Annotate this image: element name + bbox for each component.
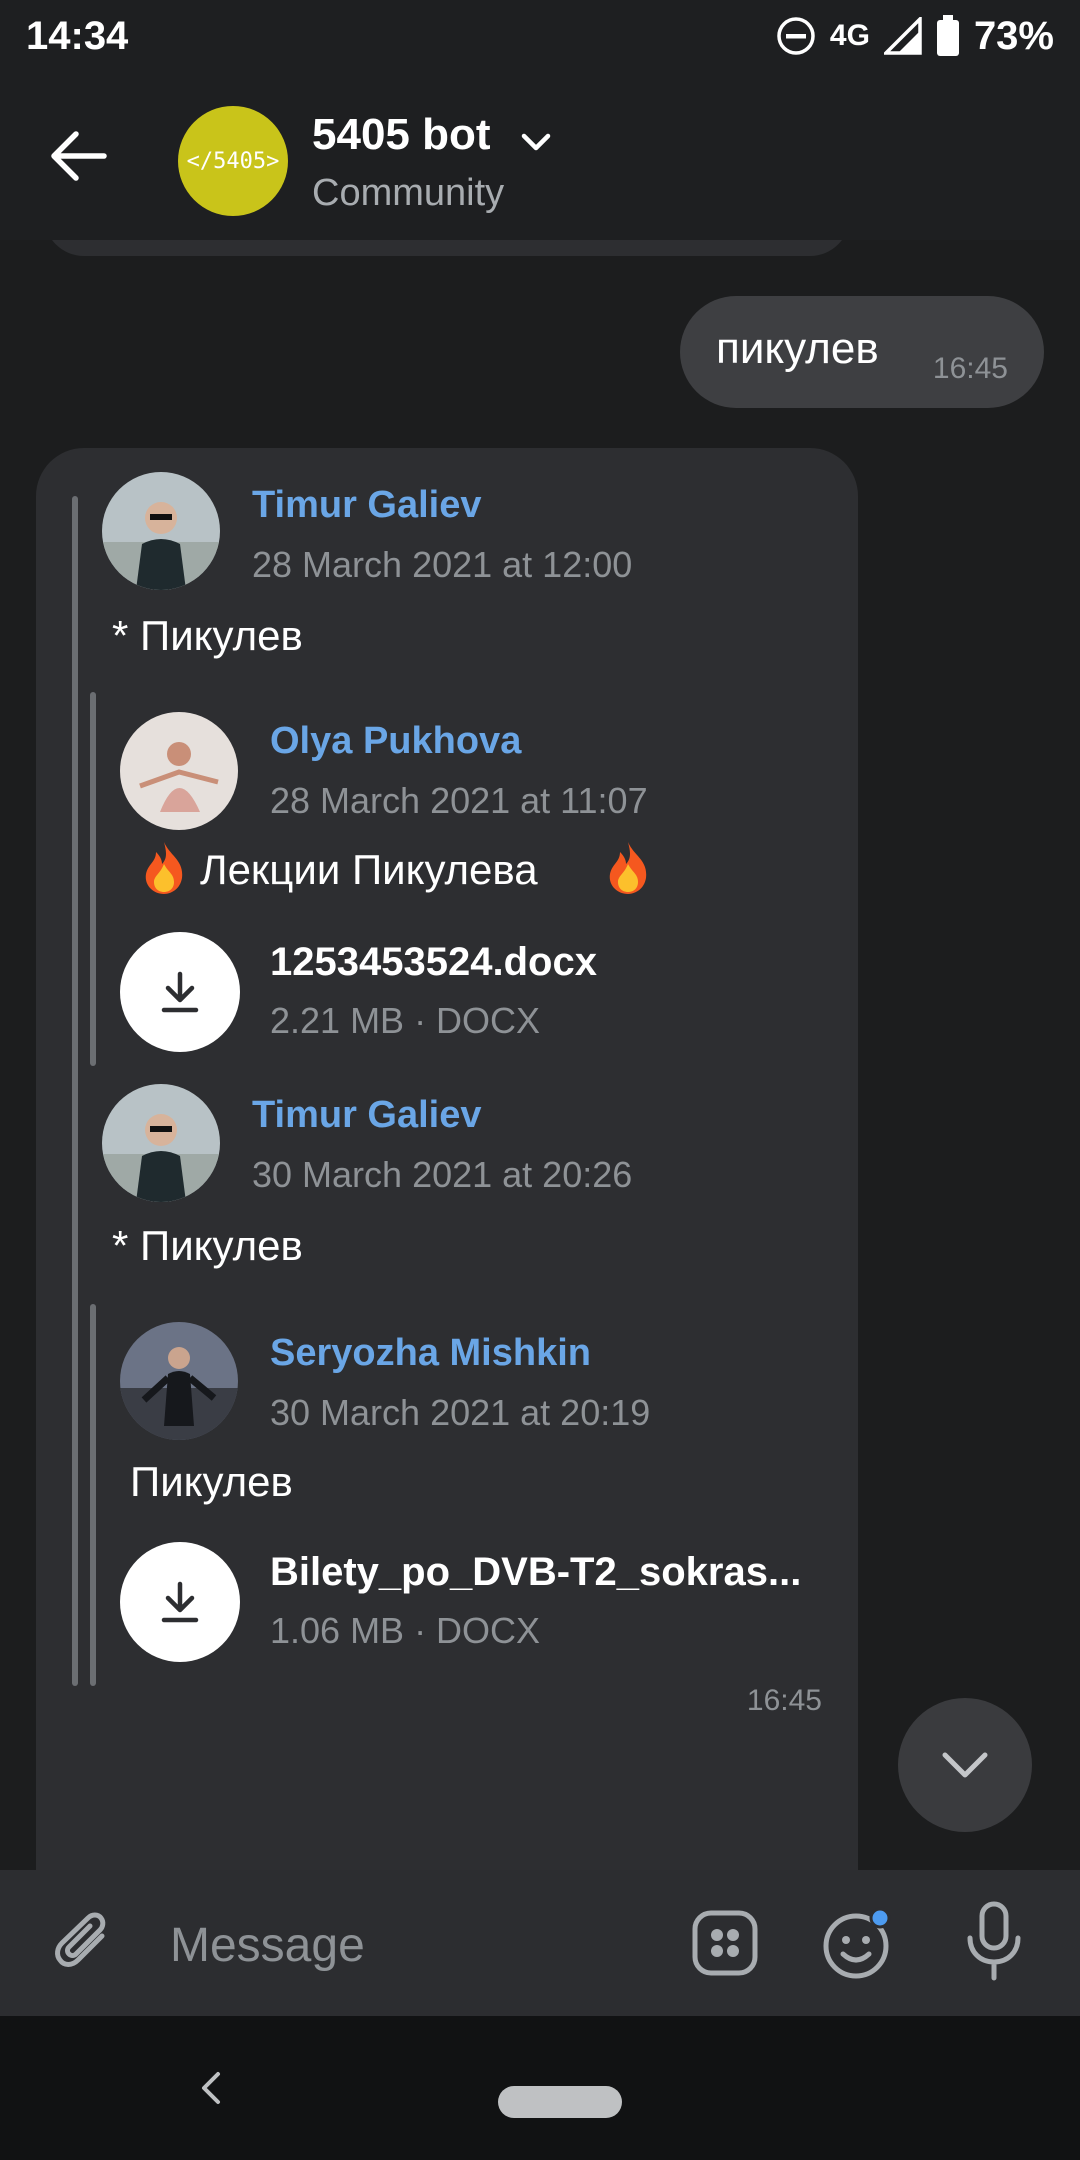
previous-message-bubble: [44, 240, 850, 256]
incoming-message[interactable]: Timur Galiev 28 March 2021 at 12:00 * Пи…: [36, 448, 858, 1870]
avatar[interactable]: [102, 472, 220, 590]
file-meta: 1.06 MB · DOCX: [270, 1610, 541, 1651]
quote-bar: [90, 692, 96, 1066]
author-name[interactable]: Timur Galiev: [252, 484, 482, 527]
download-icon: [161, 971, 199, 1013]
chevron-down-icon: [942, 1752, 988, 1778]
fire-icon: [609, 842, 647, 894]
post-date: 30 March 2021 at 20:19: [270, 1392, 651, 1433]
post-date: 28 March 2021 at 12:00: [252, 544, 633, 585]
scroll-to-bottom-button[interactable]: [898, 1698, 1032, 1832]
message-input[interactable]: [170, 1910, 650, 1980]
download-button[interactable]: [120, 932, 240, 1052]
file-name[interactable]: 1253453524.docx: [270, 940, 597, 985]
avatar-photo-seryozha: [120, 1322, 238, 1440]
nav-back-icon[interactable]: [196, 2068, 224, 2108]
chat-subtitle: Community: [312, 172, 505, 214]
file-meta: 2.21 MB · DOCX: [270, 1000, 541, 1041]
message-time: 16:45: [932, 352, 1008, 385]
avatar-photo-timur: [102, 472, 220, 590]
author-name[interactable]: Olya Pukhova: [270, 720, 521, 763]
paperclip-icon[interactable]: [50, 1910, 120, 1980]
status-time: 14:34: [26, 13, 129, 58]
message-text: пикулев: [716, 324, 879, 373]
post-date: 30 March 2021 at 20:26: [252, 1154, 633, 1195]
quote-bar: [72, 496, 78, 1686]
system-navigation-bar: [0, 2016, 1080, 2160]
chat-avatar[interactable]: </5405>: [178, 106, 288, 216]
fire-icon: [145, 842, 183, 894]
chat-title[interactable]: 5405 bot: [312, 110, 491, 160]
avatar[interactable]: [102, 1084, 220, 1202]
download-button[interactable]: [120, 1542, 240, 1662]
do-not-disturb-icon: [777, 17, 815, 55]
emoji-icon[interactable]: [820, 1906, 894, 1980]
author-name[interactable]: Seryozha Mishkin: [270, 1332, 591, 1375]
outgoing-message[interactable]: пикулев 16:45: [680, 296, 1044, 408]
post-date: 28 March 2021 at 11:07: [270, 780, 648, 821]
status-bar: 14:34 4G 73%: [0, 0, 1080, 72]
battery-icon: [936, 15, 959, 56]
home-pill[interactable]: [498, 2086, 622, 2118]
avatar-photo-timur: [102, 1084, 220, 1202]
back-arrow-icon[interactable]: [46, 126, 110, 186]
post-text: Пикулев: [130, 1458, 293, 1505]
message-time: 16:45: [746, 1684, 822, 1717]
download-icon: [161, 1581, 199, 1623]
chat-header: </5405> 5405 bot Community: [0, 72, 1080, 240]
avatar[interactable]: [120, 1322, 238, 1440]
author-name[interactable]: Timur Galiev: [252, 1094, 482, 1137]
chat-avatar-logo: </5405>: [186, 148, 280, 174]
microphone-icon[interactable]: [962, 1900, 1026, 1984]
network-type: 4G: [829, 19, 870, 52]
message-composer: [0, 1870, 1080, 2016]
avatar-photo-olya: [120, 712, 238, 830]
sticker-icon[interactable]: [690, 1908, 760, 1978]
message-list[interactable]: пикулев 16:45 Timur Galiev 28 March 2021…: [0, 240, 1080, 1870]
status-icons: 4G 73%: [776, 14, 1054, 59]
post-text: Лекции Пикулева: [200, 846, 538, 893]
post-text: * Пикулев: [112, 612, 303, 659]
chevron-down-icon[interactable]: [518, 128, 554, 156]
post-text: * Пикулев: [112, 1222, 303, 1269]
signal-icon: [883, 17, 922, 55]
battery-percent: 73%: [973, 13, 1054, 58]
avatar[interactable]: [120, 712, 238, 830]
quote-bar: [90, 1304, 96, 1686]
file-name[interactable]: Bilety_po_DVB-T2_sokras...: [270, 1550, 801, 1595]
